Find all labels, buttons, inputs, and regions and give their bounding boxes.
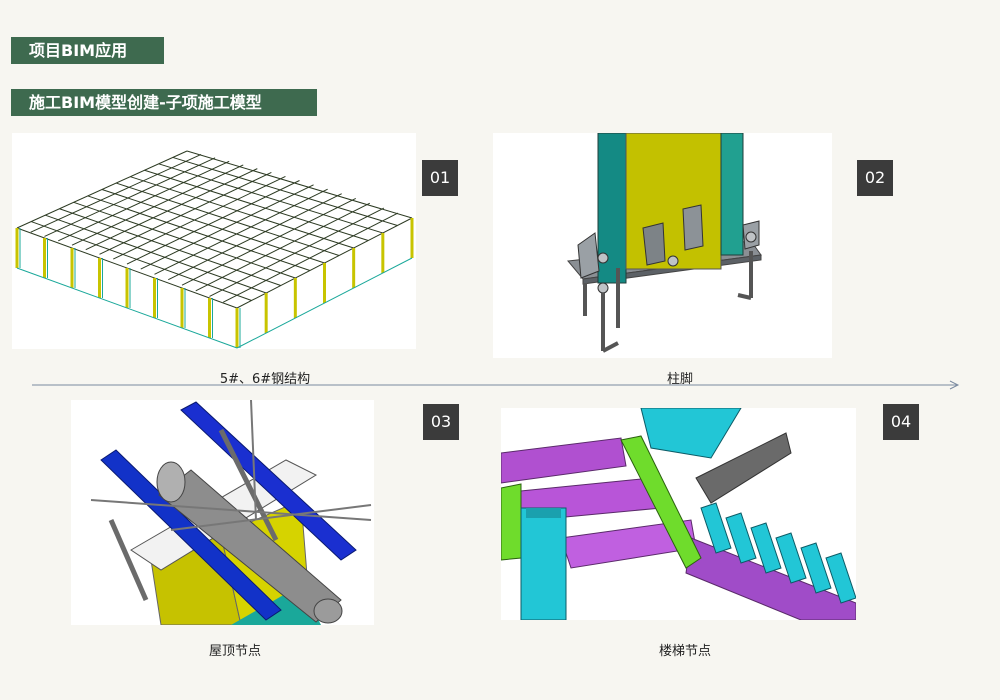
subsection-label: 施工BIM模型创建-子项施工模型 — [11, 89, 317, 116]
figure-roof-node-image — [71, 400, 374, 625]
section-label: 项目BIM应用 — [11, 37, 164, 64]
figure-steel-structure-image — [12, 133, 416, 349]
figure-number-badge: 01 — [422, 160, 458, 196]
figure-number-badge: 02 — [857, 160, 893, 196]
figure-column-foot-image — [493, 133, 832, 358]
figure-stair-node-image — [501, 408, 856, 620]
figure-number-badge: 03 — [423, 404, 459, 440]
figure-caption: 柱脚 — [666, 372, 693, 387]
figure-caption: 楼梯节点 — [658, 644, 711, 659]
figure-caption: 5#、6#钢结构 — [219, 372, 311, 387]
figure-number-badge: 04 — [883, 404, 919, 440]
timeline-arrow — [32, 380, 960, 390]
figure-caption: 屋顶节点 — [208, 644, 261, 659]
